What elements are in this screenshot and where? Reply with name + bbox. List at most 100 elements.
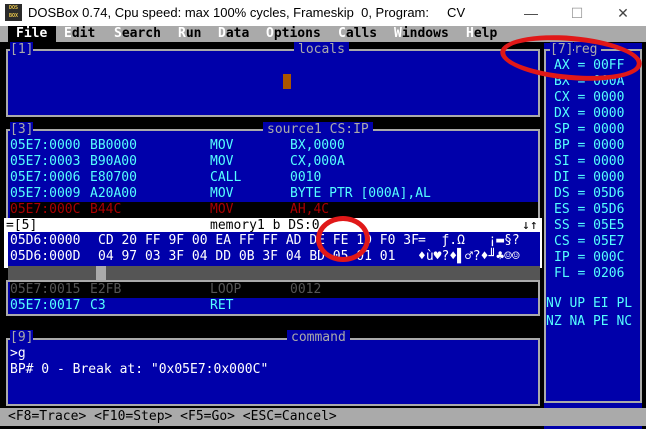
- current-instruction-line[interactable]: 05E7:000C B44C MOV AH,4C: [10, 202, 538, 218]
- menu-hotkey: S: [114, 26, 122, 41]
- menu-help[interactable]: Help: [466, 26, 497, 42]
- register-ds[interactable]: DS = 05D6: [554, 186, 624, 202]
- menu-hotkey: H: [466, 26, 474, 41]
- menu-label: ile: [23, 26, 48, 41]
- menu-label: indows: [401, 26, 449, 41]
- command-output-line: BP# 0 - Break at: "0x05E7:0x000C": [10, 362, 269, 377]
- menu-search[interactable]: Search: [114, 26, 161, 42]
- locals-panel: [8, 51, 538, 115]
- source-opcode: MOV: [210, 202, 234, 217]
- register-sp[interactable]: SP = 0000: [554, 122, 624, 138]
- memory-row[interactable]: 05D6:000D 04 97 03 3F 04 DD 0B 3F 04 BD …: [10, 249, 520, 265]
- source-opcode: CALL: [210, 170, 242, 185]
- status-bar: <F8=Trace> <F10=Step> <F5=Go> <ESC=Cance…: [0, 408, 646, 426]
- menu-hotkey: R: [178, 26, 186, 41]
- command-panel-number: [9]: [10, 330, 34, 346]
- register-name: CS: [554, 234, 570, 249]
- cpu-flags-row-2[interactable]: NZ NA PE NC: [546, 314, 632, 330]
- menu-file[interactable]: File: [8, 26, 56, 42]
- register-name: DS: [554, 186, 570, 201]
- register-value: 05E5: [593, 218, 625, 233]
- source-address: 05E7:0017: [10, 298, 81, 313]
- command-input-line[interactable]: >g: [10, 346, 26, 362]
- source-operands: 0010: [290, 170, 322, 185]
- source-opcode: MOV: [210, 186, 234, 201]
- source-line[interactable]: 05E7:0015 E2FB LOOP 0012: [10, 282, 538, 298]
- locals-panel-title: locals: [294, 42, 349, 58]
- register-ss[interactable]: SS = 05E5: [554, 218, 624, 234]
- memory-address: 05D6:0000: [10, 233, 81, 248]
- menu-hotkey: D: [218, 26, 226, 41]
- register-cs[interactable]: CS = 05E7: [554, 234, 624, 250]
- source-line[interactable]: 05E7:0017 C3 RET: [10, 298, 538, 314]
- source-operands: BYTE PTR [000A],AL: [290, 186, 431, 201]
- register-ip[interactable]: IP = 000C: [554, 250, 624, 266]
- menu-calls[interactable]: Calls: [338, 26, 377, 42]
- register-name: CX: [554, 90, 570, 105]
- source-bytes: A20A00: [90, 186, 137, 201]
- menu-label: un: [185, 26, 202, 41]
- register-name: BP: [554, 138, 570, 153]
- source-line[interactable]: 05E7:0003 B90A00 MOV CX,000A: [10, 154, 538, 170]
- menu-hotkey: F: [16, 26, 24, 41]
- close-button[interactable]: ✕: [600, 0, 646, 26]
- menu-run[interactable]: Run: [178, 26, 201, 42]
- menu-label: elp: [473, 26, 498, 41]
- minimize-button[interactable]: —: [508, 0, 554, 26]
- maximize-button[interactable]: ☐: [554, 0, 600, 26]
- register-di[interactable]: DI = 0000: [554, 170, 624, 186]
- register-es[interactable]: ES = 05D6: [554, 202, 624, 218]
- cpu-flags-row-1[interactable]: NV UP EI PL: [546, 296, 632, 312]
- register-name: IP: [554, 250, 570, 265]
- source-address: 05E7:0003: [10, 154, 81, 169]
- register-bp[interactable]: BP = 0000: [554, 138, 624, 154]
- memory-ascii: ♦ù♥?♦▌♂?♦╜♣☺☺: [418, 249, 520, 264]
- register-si[interactable]: SI = 0000: [554, 154, 624, 170]
- locals-panel-number: [1]: [10, 42, 34, 58]
- text-cursor: [283, 74, 291, 89]
- menu-edit[interactable]: Edit: [64, 26, 95, 42]
- source-address: 05E7:0009: [10, 186, 81, 201]
- source-bytes: B44C: [90, 202, 122, 217]
- register-value: 0000: [593, 170, 625, 185]
- dosbox-app-icon[interactable]: DOS BOX: [5, 4, 22, 21]
- command-panel-title: command: [287, 330, 350, 346]
- register-value: 0000: [593, 154, 625, 169]
- memory-address: 05D6:000D: [10, 249, 81, 264]
- register-value: 05E7: [593, 234, 625, 249]
- menu-label: ata: [225, 26, 250, 41]
- source-line[interactable]: 05E7:0000 BB0000 MOV BX,0000: [10, 138, 538, 154]
- register-name: DX: [554, 106, 570, 121]
- source-operands: BX,0000: [290, 138, 345, 153]
- memory-dump: 05D6:0000 CD 20 FF 9F 00 EA FF FF AD DE …: [8, 232, 540, 266]
- source-opcode: MOV: [210, 138, 234, 153]
- register-cx[interactable]: CX = 0000: [554, 90, 624, 106]
- memory-hex: CD 20 FF 9F 00 EA FF FF AD DE FE 1D F0 3…: [98, 233, 419, 248]
- source-opcode: RET: [210, 298, 234, 313]
- source-opcode: MOV: [210, 154, 234, 169]
- menu-hotkey: W: [394, 26, 402, 41]
- source-bytes: C3: [90, 298, 106, 313]
- source-bytes: E80700: [90, 170, 137, 185]
- window-title: DOSBox 0.74, Cpu speed: max 100% cycles,…: [28, 5, 466, 20]
- menu-data[interactable]: Data: [218, 26, 249, 42]
- source-line[interactable]: 05E7:0006 E80700 CALL 0010: [10, 170, 538, 186]
- source-line[interactable]: 05E7:0009 A20A00 MOV BYTE PTR [000A],AL: [10, 186, 538, 202]
- source-opcode: LOOP: [210, 282, 242, 297]
- register-value: 0206: [593, 266, 625, 281]
- menu-hotkey: O: [266, 26, 274, 41]
- register-value: 0000: [593, 90, 625, 105]
- register-dx[interactable]: DX = 0000: [554, 106, 624, 122]
- register-fl[interactable]: FL = 0206: [554, 266, 624, 282]
- register-value: 0000: [593, 138, 625, 153]
- register-value: 05D6: [593, 186, 625, 201]
- register-name: FL: [554, 266, 570, 281]
- memory-row[interactable]: 05D6:0000 CD 20 FF 9F 00 EA FF FF AD DE …: [10, 233, 520, 249]
- source-operands: CX,000A: [290, 154, 345, 169]
- source-operands: AH,4C: [290, 202, 330, 217]
- register-value: 0000: [593, 106, 625, 121]
- menu-windows[interactable]: Windows: [394, 26, 449, 42]
- menu-label: earch: [121, 26, 161, 41]
- menu-options[interactable]: Options: [266, 26, 321, 42]
- source-bytes: B90A00: [90, 154, 137, 169]
